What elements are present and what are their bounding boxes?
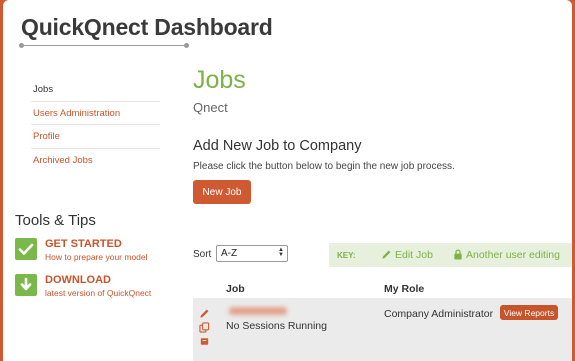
- copy-icon[interactable]: [199, 320, 211, 334]
- edit-pencil-icon[interactable]: [199, 306, 211, 320]
- tip-subtitle-get-started[interactable]: How to prepare your model: [45, 252, 148, 262]
- new-job-button[interactable]: New Job: [193, 180, 251, 204]
- sidebar-item-profile[interactable]: Profile: [31, 125, 160, 149]
- tools-tips-heading: Tools & Tips: [15, 212, 96, 229]
- sidebar-item-jobs[interactable]: Jobs: [31, 78, 160, 102]
- sidebar-item-archived-jobs[interactable]: Archived Jobs: [31, 149, 160, 173]
- sidebar-item-users-administration[interactable]: Users Administration: [31, 102, 160, 125]
- tip-title-get-started[interactable]: GET STARTED: [45, 238, 122, 250]
- column-header-job: Job: [226, 283, 245, 295]
- lock-icon: [454, 249, 462, 260]
- archive-icon[interactable]: [199, 334, 211, 348]
- sort-select-value: A-Z: [221, 248, 238, 259]
- page-title: Jobs: [193, 66, 246, 94]
- job-name-redacted[interactable]: [229, 307, 287, 315]
- sidebar-nav: Jobs Users Administration Profile Archiv…: [31, 78, 160, 172]
- dashboard-frame: QuickQnect Dashboard Jobs Users Administ…: [3, 0, 572, 361]
- key-another-user-editing: Another user editing: [453, 249, 560, 261]
- title-underline: [19, 43, 189, 48]
- key-legend: KEY: Edit Job Another user editing: [329, 243, 572, 267]
- key-label: KEY:: [337, 251, 356, 260]
- table-row: No Sessions Running Company Administrato…: [193, 298, 572, 361]
- select-arrows-icon: ▲ ▼: [278, 247, 284, 258]
- row-actions: [199, 306, 211, 348]
- job-role: Company Administrator: [384, 308, 494, 320]
- key-edit-job-label: Edit Job: [395, 249, 433, 261]
- download-arrow-icon: [15, 274, 37, 296]
- job-session-status: No Sessions Running: [226, 320, 327, 332]
- tip-get-started[interactable]: GET STARTED How to prepare your model: [15, 238, 175, 266]
- key-edit-job: Edit Job: [381, 249, 433, 261]
- sort-label: Sort: [193, 249, 212, 260]
- column-header-my-role: My Role: [384, 283, 425, 295]
- app-title: QuickQnect Dashboard: [21, 14, 273, 40]
- pencil-icon: [382, 250, 391, 259]
- tip-subtitle-download[interactable]: latest version of QuickQnect: [45, 288, 151, 298]
- add-job-description: Please click the button below to begin t…: [193, 161, 455, 172]
- tip-download[interactable]: DOWNLOAD latest version of QuickQnect: [15, 274, 175, 302]
- sort-select[interactable]: A-Z ▲ ▼: [216, 245, 288, 262]
- check-icon: [15, 238, 37, 260]
- key-another-user-editing-label: Another user editing: [466, 249, 560, 261]
- view-reports-button[interactable]: View Reports: [500, 305, 558, 320]
- company-name: Qnect: [193, 100, 228, 115]
- tip-title-download[interactable]: DOWNLOAD: [45, 274, 111, 286]
- add-job-heading: Add New Job to Company: [193, 138, 362, 154]
